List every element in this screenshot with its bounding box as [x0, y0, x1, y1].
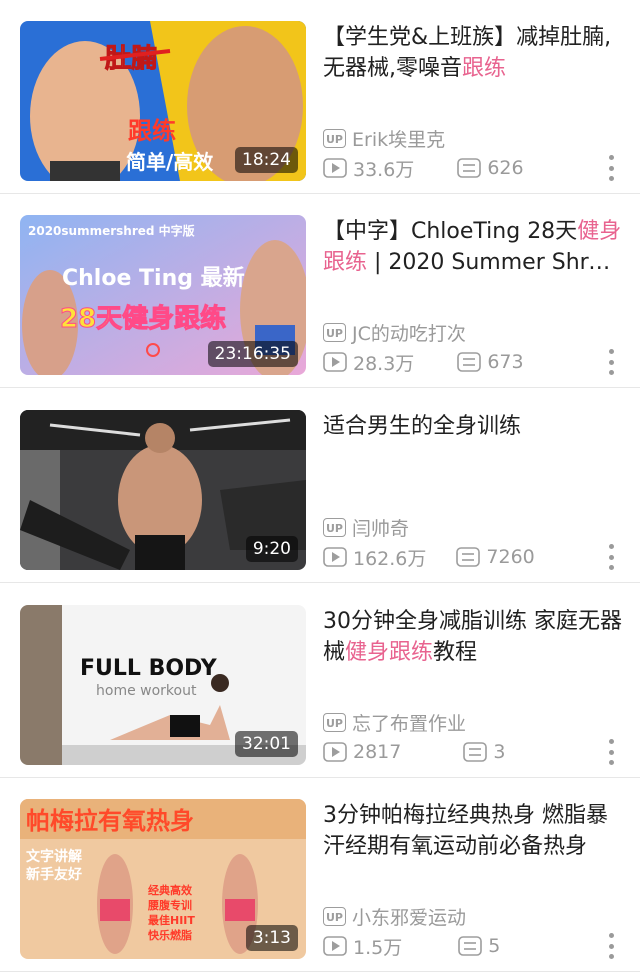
uploader-row[interactable]: UP Erik埃里克	[323, 125, 445, 151]
uploader-row[interactable]: UP 忘了布置作业	[323, 709, 466, 735]
uploader-row[interactable]: UP 闫帅奇	[323, 514, 409, 540]
thumb-text-3: 28天健身跟练	[60, 303, 226, 334]
view-count-text: 28.3万	[353, 352, 415, 375]
thumb-text-4: 经典高效	[148, 883, 193, 897]
uploader-name: JC的动吃打次	[352, 322, 466, 345]
video-thumbnail[interactable]: 2020summershred 中字版 Chloe Ting 最新 28天健身跟…	[20, 215, 306, 375]
danmaku-count: 5	[458, 935, 500, 957]
video-title[interactable]: 3分钟帕梅拉经典热身 燃脂暴汗经期有氧运动前必备热身	[323, 800, 623, 862]
thumb-text-7: 快乐燃脂	[147, 928, 192, 942]
thumb-text-2: Chloe Ting 最新	[62, 265, 245, 291]
thumb-text-3: 新手友好	[26, 866, 82, 883]
video-title[interactable]: 30分钟全身减脂训练 家庭无器械健身跟练教程	[323, 606, 623, 668]
up-badge-icon: UP	[323, 128, 346, 148]
stats-row: 28.3万 673	[323, 349, 524, 375]
view-count: 28.3万	[323, 349, 414, 376]
view-count: 1.5万	[323, 933, 402, 960]
more-vertical-icon[interactable]	[608, 739, 614, 765]
video-item[interactable]: 9:20 适合男生的全身训练 UP 闫帅奇 162.6万 7260	[0, 389, 640, 583]
video-thumbnail[interactable]: 9:20	[20, 410, 306, 570]
thumb-text-2: home workout	[96, 683, 197, 699]
danmaku-icon	[458, 936, 483, 956]
danmaku-count-text: 3	[493, 741, 506, 763]
video-duration: 3:13	[245, 925, 298, 951]
thumb-text-1: 帕梅拉有氧热身	[26, 807, 194, 835]
view-count: 2817	[323, 741, 401, 763]
video-thumbnail[interactable]: FULL BODY home workout 32:01	[20, 605, 306, 765]
video-item[interactable]: 肚腩 跟练 简单/高效 18:24 【学生党&上班族】减掉肚腩,无器械,零噪音跟…	[0, 0, 640, 194]
video-duration: 9:20	[245, 536, 298, 562]
uploader-row[interactable]: UP 小东邪爱运动	[323, 903, 466, 929]
title-highlight: 健身跟练	[345, 640, 434, 665]
more-vertical-icon[interactable]	[608, 933, 614, 959]
video-title[interactable]: 适合男生的全身训练	[323, 411, 623, 442]
danmaku-count: 673	[457, 351, 524, 373]
video-thumbnail[interactable]: 肚腩 跟练 简单/高效 18:24	[20, 21, 306, 181]
play-icon	[323, 352, 347, 372]
stats-row: 33.6万 626	[323, 155, 524, 181]
view-count: 33.6万	[323, 155, 414, 182]
thumb-text-1: FULL BODY	[80, 656, 218, 681]
danmaku-count-text: 5	[488, 935, 501, 957]
play-icon	[323, 158, 347, 178]
video-duration: 18:24	[235, 147, 298, 173]
more-vertical-icon[interactable]	[608, 155, 614, 181]
title-text-tail: 教程	[433, 640, 478, 665]
danmaku-count: 3	[463, 741, 505, 763]
uploader-name: 闫帅奇	[352, 517, 410, 540]
up-badge-icon: UP	[323, 712, 346, 732]
up-badge-icon: UP	[323, 322, 346, 342]
danmaku-count-text: 7260	[486, 546, 535, 568]
video-title[interactable]: 【中字】ChloeTing 28天健身跟练 | 2020 Summer Shre…	[323, 216, 623, 278]
thumb-text-6: 最佳HIIT	[148, 913, 195, 927]
danmaku-icon	[456, 547, 481, 567]
danmaku-icon	[457, 158, 482, 178]
thumb-text-2: 跟练	[128, 117, 176, 145]
uploader-row[interactable]: UP JC的动吃打次	[323, 319, 466, 345]
stats-row: 162.6万 7260	[323, 544, 535, 570]
thumb-text-3: 简单/高效	[126, 150, 213, 174]
video-title[interactable]: 【学生党&上班族】减掉肚腩,无器械,零噪音跟练	[323, 22, 623, 84]
video-item[interactable]: 2020summershred 中字版 Chloe Ting 最新 28天健身跟…	[0, 194, 640, 388]
view-count-text: 162.6万	[353, 547, 427, 570]
danmaku-icon	[457, 352, 482, 372]
uploader-name: 忘了布置作业	[352, 712, 467, 735]
video-thumbnail[interactable]: 帕梅拉有氧热身 文字讲解 新手友好 经典高效 腰腹专训 最佳HIIT 快乐燃脂 …	[20, 799, 306, 959]
more-vertical-icon[interactable]	[608, 349, 614, 375]
view-count-text: 33.6万	[353, 158, 415, 181]
title-highlight: 跟练	[462, 56, 507, 81]
up-badge-icon: UP	[323, 906, 346, 926]
danmaku-count-text: 626	[487, 157, 524, 179]
view-count-text: 1.5万	[353, 936, 403, 959]
stats-row: 2817 3	[323, 739, 505, 765]
uploader-name: Erik埃里克	[352, 128, 446, 151]
up-badge-icon: UP	[323, 517, 346, 537]
danmaku-count: 7260	[456, 546, 535, 568]
play-icon	[323, 936, 347, 956]
thumb-text-1: 2020summershred 中字版	[28, 223, 195, 238]
title-text: 适合男生的全身训练	[323, 414, 522, 439]
view-count-text: 2817	[353, 741, 402, 763]
thumb-text-5: 腰腹专训	[147, 898, 192, 912]
video-item[interactable]: FULL BODY home workout 32:01 30分钟全身减脂训练 …	[0, 584, 640, 778]
danmaku-icon	[463, 742, 488, 762]
video-item[interactable]: 帕梅拉有氧热身 文字讲解 新手友好 经典高效 腰腹专训 最佳HIIT 快乐燃脂 …	[0, 778, 640, 972]
video-list: 肚腩 跟练 简单/高效 18:24 【学生党&上班族】减掉肚腩,无器械,零噪音跟…	[0, 0, 640, 980]
title-text-tail: | 2020 Summer Shred Challenge	[374, 250, 616, 275]
play-icon	[323, 742, 347, 762]
title-text: 【中字】ChloeTing 28天	[323, 219, 578, 244]
more-vertical-icon[interactable]	[608, 544, 614, 570]
title-text: 3分钟帕梅拉经典热身 燃脂暴汗经期有氧运动前必备热身	[323, 803, 608, 859]
view-count: 162.6万	[323, 544, 426, 571]
video-duration: 23:16:35	[207, 341, 298, 367]
thumb-text-2: 文字讲解	[26, 848, 82, 865]
danmaku-count-text: 673	[487, 351, 524, 373]
stats-row: 1.5万 5	[323, 933, 500, 959]
play-icon	[323, 547, 347, 567]
uploader-name: 小东邪爱运动	[352, 906, 467, 929]
video-duration: 32:01	[235, 731, 298, 757]
danmaku-count: 626	[457, 157, 524, 179]
